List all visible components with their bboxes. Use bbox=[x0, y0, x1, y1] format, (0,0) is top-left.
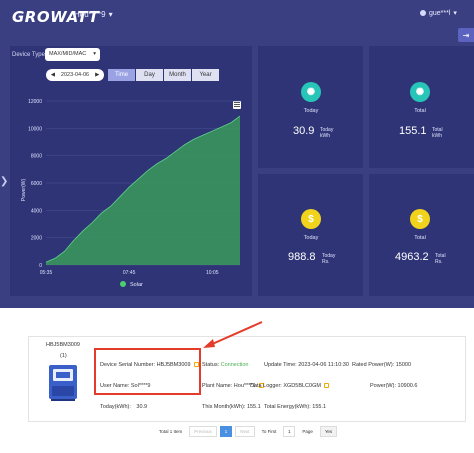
date-value: 2023-04-06 bbox=[60, 72, 90, 78]
update-time-value: 2023-04-06 11:10:30 bbox=[298, 362, 349, 368]
tab-month[interactable]: Month bbox=[164, 69, 191, 81]
device-type-value: MAX/MID/MAC bbox=[49, 51, 87, 57]
chart-panel bbox=[10, 46, 252, 296]
total-energy-row: Total Energy(kWh): 155.1 bbox=[264, 404, 327, 410]
highlight-box bbox=[94, 348, 201, 395]
revenue-today-value: 988.8 bbox=[288, 251, 316, 263]
rated-power-row: Rated Power(W): 15000 bbox=[352, 362, 412, 368]
status-row: Status: Connection bbox=[202, 362, 249, 368]
energy-total-unit: Total kWh bbox=[432, 127, 443, 139]
exit-icon[interactable]: ⇥ bbox=[458, 28, 474, 42]
plant-selector[interactable]: Hou****9 ▾ bbox=[74, 10, 113, 19]
period-tabs: Time Day Month Year bbox=[108, 69, 219, 81]
next-date-icon[interactable]: ▶ bbox=[95, 72, 99, 78]
previous-button[interactable]: Previous bbox=[189, 426, 217, 437]
chevron-down-icon: ▾ bbox=[453, 10, 457, 17]
go-button[interactable]: Yes bbox=[319, 426, 338, 437]
revenue-today-label: Today bbox=[303, 235, 319, 241]
revenue-total-label: Total bbox=[414, 235, 426, 241]
energy-total-value: 155.1 bbox=[399, 125, 427, 137]
rated-power-value: 15000 bbox=[395, 362, 412, 368]
total-items: Total 1 Item bbox=[155, 426, 187, 437]
data-logger-value: XGD5BLC0GM bbox=[283, 383, 321, 389]
device-title: HBJ5BM3009 bbox=[46, 342, 80, 348]
total-energy-value: 155.1 bbox=[312, 404, 327, 410]
current-power-row: Power(W): 10900.6 bbox=[370, 383, 418, 389]
tab-time[interactable]: Time bbox=[108, 69, 135, 81]
user-menu[interactable]: gue***l ▾ bbox=[420, 9, 457, 17]
update-time-row: Update Time: 2023-04-06 11:10:30 bbox=[264, 362, 349, 368]
top-bar: GROWATT Hou****9 ▾ gue***l ▾ bbox=[0, 0, 474, 40]
page-1-button[interactable]: 1 bbox=[219, 426, 233, 437]
energy-today-card bbox=[258, 46, 363, 168]
tab-year[interactable]: Year bbox=[192, 69, 219, 81]
user-name: gue***l bbox=[429, 9, 451, 17]
copy-icon[interactable] bbox=[324, 383, 330, 389]
today-energy-value: 30.9 bbox=[136, 404, 148, 410]
energy-today-unit: Today kWh bbox=[320, 127, 334, 139]
revenue-today-unit: Today Rs. bbox=[322, 253, 336, 265]
energy-today-value: 30.9 bbox=[293, 125, 315, 137]
chevron-down-icon: ▾ bbox=[108, 10, 113, 19]
money-icon: $ bbox=[301, 209, 321, 229]
energy-total-card bbox=[369, 46, 474, 168]
device-type-select[interactable]: MAX/MID/MAC ▾ bbox=[45, 48, 100, 61]
energy-icon: ✺ bbox=[410, 82, 430, 102]
page-input[interactable]: 1 bbox=[283, 426, 296, 437]
user-avatar-icon bbox=[420, 10, 426, 16]
chevron-left-icon[interactable]: ❯ bbox=[0, 176, 8, 187]
energy-icon: ✺ bbox=[301, 82, 321, 102]
to-first-label: To First bbox=[257, 426, 281, 437]
device-index: (1) bbox=[60, 353, 67, 359]
chart-menu-icon[interactable] bbox=[233, 101, 241, 109]
current-power-value: 10900.6 bbox=[397, 383, 418, 389]
month-energy-value: 155.1 bbox=[246, 404, 261, 410]
chevron-down-icon: ▾ bbox=[93, 51, 96, 57]
today-energy-row: Today(kWh): 30.9 bbox=[100, 404, 148, 410]
plant-name: Hou****9 bbox=[74, 10, 106, 19]
date-picker[interactable]: ◀ 2023-04-06 ▶ bbox=[46, 69, 104, 81]
data-logger-row: Data Logger: XGD5BLC0GM bbox=[250, 383, 330, 389]
money-icon: $ bbox=[410, 209, 430, 229]
month-energy-row: This Month(kWh): 155.1 bbox=[202, 404, 261, 410]
status-value: Connection bbox=[220, 362, 249, 368]
device-type-label: Device Type bbox=[12, 52, 45, 58]
next-button[interactable]: Next bbox=[235, 426, 255, 437]
tab-day[interactable]: Day bbox=[136, 69, 163, 81]
energy-total-label: Total bbox=[414, 108, 426, 114]
energy-today-label: Today bbox=[303, 108, 319, 114]
pagination: Total 1 Item Previous 1 Next To First 1 … bbox=[155, 426, 338, 437]
inverter-icon bbox=[49, 365, 77, 401]
prev-date-icon[interactable]: ◀ bbox=[51, 72, 55, 78]
revenue-total-value: 4963.2 bbox=[395, 251, 429, 263]
page-label: Page bbox=[298, 426, 317, 437]
revenue-total-unit: Total Rs. bbox=[435, 253, 446, 265]
